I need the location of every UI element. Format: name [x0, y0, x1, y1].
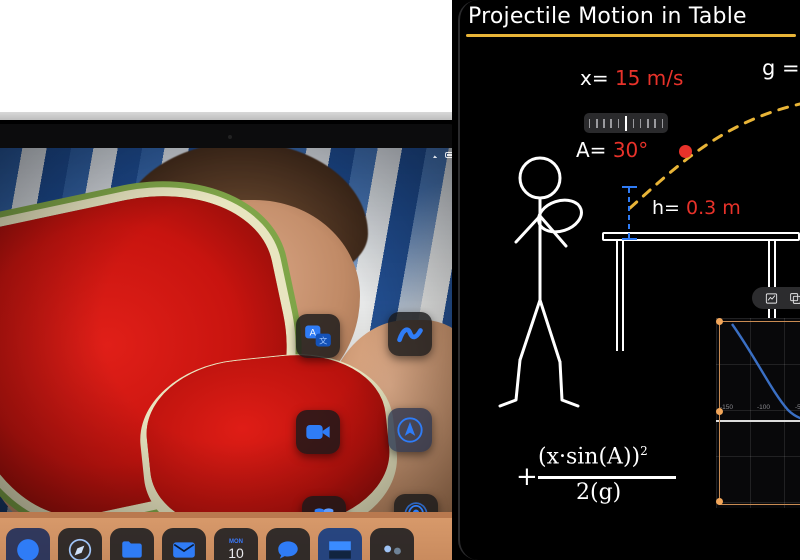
svg-text:文: 文	[319, 336, 327, 346]
graph-selection-edge	[719, 321, 800, 323]
stick-figure-drawing	[498, 156, 583, 408]
formula-numerator: (x·sin(A))2	[538, 444, 648, 470]
dock-calendar-day-number: 10	[228, 544, 244, 560]
finder-icon	[17, 539, 39, 560]
ipad-bezel	[0, 124, 466, 150]
resize-handle-top-left[interactable]	[716, 318, 723, 325]
dock-item-photos[interactable]	[318, 528, 362, 560]
graph-toolbar[interactable]	[752, 287, 800, 309]
resize-handle-bottom-left[interactable]	[716, 498, 723, 505]
front-camera-icon	[228, 135, 232, 139]
screenshot-root: A 文 MON 10 Projectile Motion in Table x=…	[0, 0, 800, 560]
app-icon-facetime[interactable]	[296, 410, 340, 454]
app-icon-translate[interactable]: A 文	[296, 314, 340, 358]
dock-item-settings[interactable]	[370, 528, 414, 560]
height-measure-cap	[622, 186, 637, 188]
embedded-graph[interactable]: -150 -100 -50	[716, 318, 800, 508]
graph-curve	[731, 323, 800, 420]
annotation-height: h= 0.3 m	[652, 197, 741, 219]
dock-item-safari[interactable]	[58, 528, 102, 560]
projectile-ball	[679, 145, 692, 158]
svg-text:A: A	[310, 327, 317, 337]
chart-line-icon[interactable]	[765, 292, 778, 305]
formula-denominator: 2(g)	[576, 480, 622, 505]
ipad-device: A 文	[0, 124, 466, 536]
safari-icon	[68, 538, 92, 560]
translate-icon: A 文	[305, 325, 331, 347]
dock-item-mail[interactable]	[162, 528, 206, 560]
app-icon-photos[interactable]	[388, 312, 432, 356]
settings-icon	[384, 545, 401, 555]
note-title-underline	[466, 34, 796, 37]
dock-item-files[interactable]	[110, 528, 154, 560]
duplicate-icon[interactable]	[789, 292, 800, 305]
formula-divider	[538, 476, 676, 479]
height-measure-line	[628, 188, 630, 240]
notes-app-canvas[interactable]: Projectile Motion in Table x= 15 m/s g =…	[452, 0, 800, 560]
dock-item-messages[interactable]	[266, 528, 310, 560]
maps-icon	[397, 417, 423, 443]
height-label: h=	[652, 197, 680, 219]
facetime-icon	[306, 425, 330, 439]
photos-icon	[329, 541, 351, 559]
formula-operator: +	[516, 462, 538, 492]
photos-icon	[397, 327, 423, 343]
table-leg-drawing	[616, 241, 624, 351]
resize-handle-middle-left[interactable]	[716, 408, 723, 415]
dock-item-calendar[interactable]: MON 10	[214, 528, 258, 560]
mail-icon	[173, 542, 195, 558]
dock-item-finder[interactable]	[6, 528, 50, 560]
height-measure-cap	[622, 238, 637, 240]
macbook-screen-edge	[0, 112, 452, 120]
app-icon-maps[interactable]	[388, 408, 432, 452]
ipad-bottom-edge	[0, 512, 466, 518]
messages-icon	[278, 541, 298, 559]
graph-selection-edge	[719, 503, 800, 505]
files-icon	[122, 541, 142, 558]
dock[interactable]: MON 10	[0, 528, 466, 560]
note-title: Projectile Motion in Table	[468, 4, 747, 29]
wifi-icon	[433, 152, 441, 158]
macbook-screen[interactable]	[0, 0, 452, 118]
height-value: 0.3 m	[686, 197, 741, 219]
